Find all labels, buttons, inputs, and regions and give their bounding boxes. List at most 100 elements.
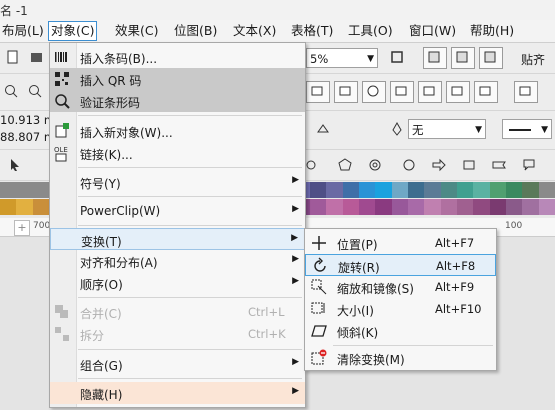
submenu-item-rotate[interactable]: 旋转(R) Alt+F8 — [305, 254, 496, 276]
show-guidelines-icon[interactable] — [479, 47, 503, 69]
color-swatch[interactable] — [506, 199, 525, 215]
menu-item-verify-barcode[interactable]: 验证条形码 — [50, 90, 305, 112]
menu-item-order[interactable]: 顺序(O) ▶ — [50, 272, 305, 294]
zoom-out-icon[interactable] — [24, 81, 48, 103]
menu-item-insert-barcode[interactable]: 插入条码(B)... — [50, 46, 305, 68]
outline-pen-icon[interactable] — [386, 119, 410, 141]
color-swatch[interactable] — [391, 199, 410, 215]
color-swatch[interactable] — [473, 199, 492, 215]
spiral-tool-icon[interactable] — [364, 155, 388, 177]
polygon-tool-icon[interactable] — [334, 155, 358, 177]
color-swatch[interactable] — [16, 199, 35, 215]
show-rulers-icon[interactable] — [451, 47, 475, 69]
color-swatch[interactable] — [489, 199, 508, 215]
color-swatch[interactable] — [375, 199, 394, 215]
color-swatch[interactable] — [457, 199, 476, 215]
add-page-icon[interactable]: + — [14, 220, 30, 236]
color-swatch[interactable] — [457, 182, 476, 198]
color-swatch[interactable] — [408, 182, 427, 198]
menu-window[interactable]: 窗口(W) — [407, 22, 458, 40]
color-swatch[interactable] — [489, 182, 508, 198]
menu-item-transformations[interactable]: 变换(T) ▶ — [50, 228, 305, 250]
show-grid-icon[interactable] — [423, 47, 447, 69]
pick-tool-icon[interactable] — [4, 155, 28, 177]
color-swatch[interactable] — [310, 199, 329, 215]
menu-item-insert-new-object[interactable]: 插入新对象(W)... — [50, 120, 305, 142]
menu-text[interactable]: 文本(X) — [231, 22, 278, 40]
color-swatch[interactable] — [538, 182, 555, 198]
new-icon[interactable] — [2, 47, 26, 69]
color-swatch[interactable] — [391, 182, 410, 198]
menu-item-powerclip[interactable]: PowerClip(W) ▶ — [50, 200, 305, 222]
arrow-shapes-icon[interactable] — [428, 155, 452, 177]
color-swatch[interactable] — [32, 182, 51, 198]
line-style-field[interactable]: ▼ — [502, 119, 552, 139]
import-icon[interactable] — [26, 47, 50, 69]
color-swatch[interactable] — [326, 199, 345, 215]
color-swatch[interactable] — [342, 199, 361, 215]
color-swatch[interactable] — [424, 199, 443, 215]
color-swatch[interactable] — [16, 182, 35, 198]
align-right-icon[interactable] — [362, 81, 386, 103]
snap-to-label[interactable]: 贴齐 — [521, 51, 545, 68]
color-swatch[interactable] — [473, 182, 492, 198]
chevron-down-icon[interactable]: ▼ — [475, 120, 482, 140]
zoom-field[interactable]: 5% ▼ — [306, 48, 378, 68]
align-top-icon[interactable] — [390, 81, 414, 103]
color-swatch[interactable] — [375, 182, 394, 198]
align-bottom-icon[interactable] — [446, 81, 470, 103]
menu-bitmaps[interactable]: 位图(B) — [172, 22, 219, 40]
callout-shapes-icon[interactable] — [518, 155, 542, 177]
menu-layout[interactable]: 布局(L) — [0, 22, 46, 40]
color-swatch[interactable] — [538, 199, 555, 215]
menu-tools[interactable]: 工具(O) — [346, 22, 395, 40]
menu-object[interactable]: 对象(C) — [48, 21, 98, 41]
chevron-down-icon[interactable]: ▼ — [367, 49, 374, 69]
color-swatch[interactable] — [522, 199, 541, 215]
zoom-in-icon[interactable] — [0, 81, 24, 103]
menu-table[interactable]: 表格(T) — [289, 22, 335, 40]
mirror-icon[interactable] — [312, 119, 336, 141]
color-swatch[interactable] — [0, 199, 18, 215]
submenu-item-size[interactable]: 大小(I) Alt+F10 — [305, 298, 496, 320]
menu-item-symbol[interactable]: 符号(Y) ▶ — [50, 171, 305, 193]
y-position-value[interactable]: 88.807 m — [0, 130, 55, 144]
convert-icon[interactable] — [514, 81, 538, 103]
outline-width-field[interactable]: 无 ▼ — [408, 119, 486, 139]
menu-item-align-distribute[interactable]: 对齐和分布(A) ▶ — [50, 250, 305, 272]
submenu-item-scale-mirror[interactable]: 缩放和镜像(S) Alt+F9 — [305, 276, 496, 298]
color-swatch[interactable] — [359, 199, 378, 215]
menu-effects[interactable]: 效果(C) — [113, 22, 160, 40]
menu-item-group[interactable]: 组合(G) ▶ — [50, 353, 305, 375]
color-swatch[interactable] — [0, 182, 18, 198]
menu-item-links[interactable]: OLE 链接(K)... — [50, 142, 305, 164]
color-swatch[interactable] — [522, 182, 541, 198]
color-swatch[interactable] — [359, 182, 378, 198]
menu-help[interactable]: 帮助(H) — [468, 22, 516, 40]
banner-shapes-icon[interactable] — [488, 155, 512, 177]
flowchart-shapes-icon[interactable] — [458, 155, 482, 177]
color-swatch[interactable] — [506, 182, 525, 198]
menu-item-hide[interactable]: 隐藏(H) ▶ — [50, 382, 305, 404]
menu-item-insert-qr-code[interactable]: 插入 QR 码 — [50, 68, 305, 90]
align-center-icon[interactable] — [334, 81, 358, 103]
submenu-item-position[interactable]: 位置(P) Alt+F7 — [305, 232, 496, 254]
submenu-item-skew[interactable]: 倾斜(K) — [305, 320, 496, 342]
color-swatch[interactable] — [440, 182, 459, 198]
menu-item-break-apart[interactable]: 拆分 Ctrl+K — [50, 323, 305, 345]
color-swatch[interactable] — [408, 199, 427, 215]
x-position-value[interactable]: 10.913 m — [0, 113, 55, 127]
distribute-icon[interactable] — [474, 81, 498, 103]
align-left-icon[interactable] — [306, 81, 330, 103]
color-swatch[interactable] — [310, 182, 329, 198]
full-screen-icon[interactable] — [386, 47, 410, 69]
color-swatch[interactable] — [440, 199, 459, 215]
chevron-down-icon[interactable]: ▼ — [541, 120, 548, 140]
align-middle-icon[interactable] — [418, 81, 442, 103]
color-swatch[interactable] — [342, 182, 361, 198]
submenu-item-clear-transformations[interactable]: 清除变换(M) — [305, 347, 496, 369]
menu-item-combine[interactable]: 合并(C) Ctrl+L — [50, 301, 305, 323]
color-swatch[interactable] — [32, 199, 51, 215]
color-swatch[interactable] — [326, 182, 345, 198]
color-swatch[interactable] — [424, 182, 443, 198]
